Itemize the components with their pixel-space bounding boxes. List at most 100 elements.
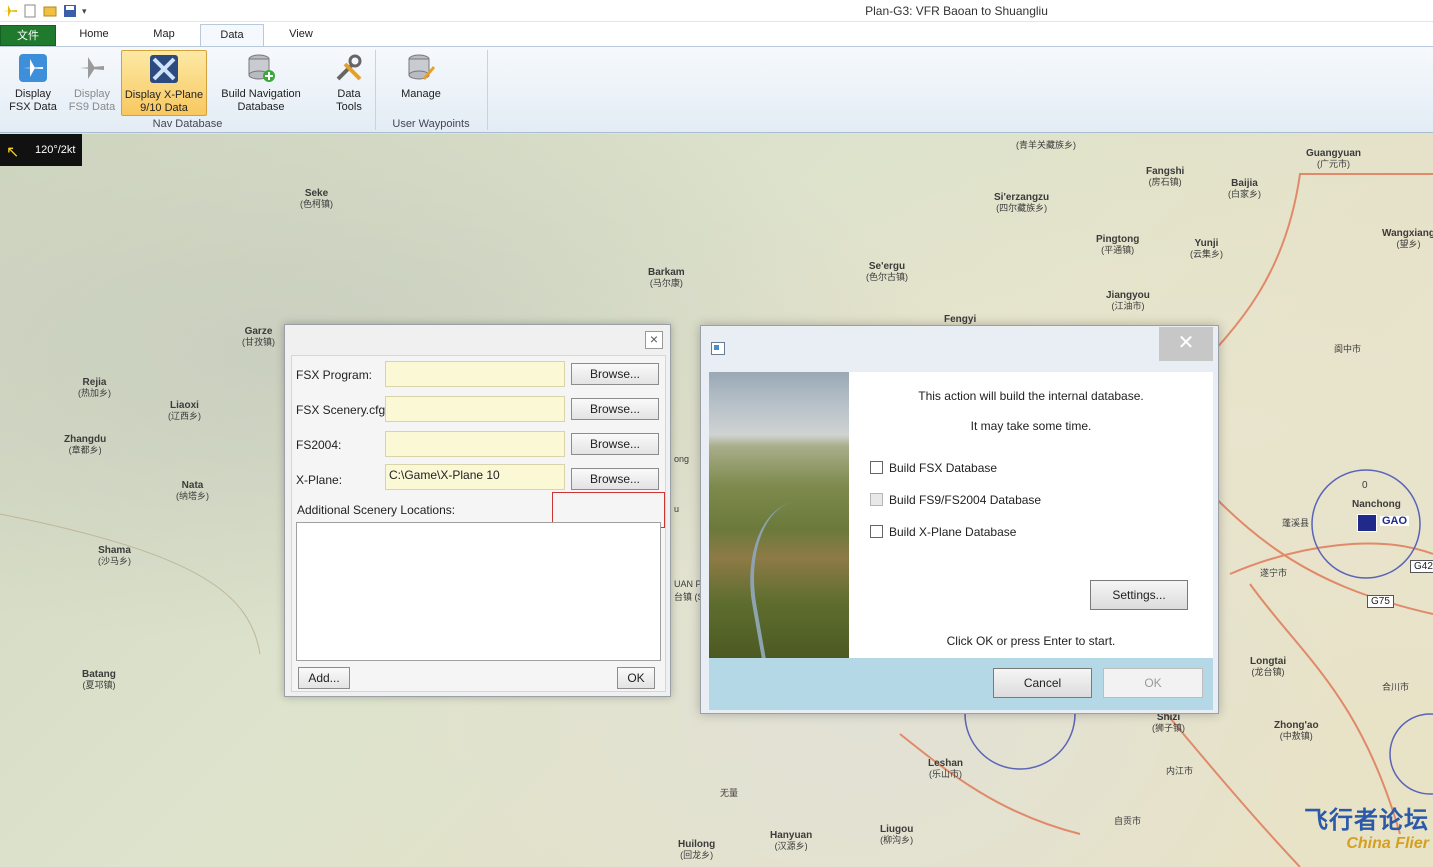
map-label: 0 bbox=[1362, 480, 1368, 491]
ribbon-tab-bar: 文件 Home Map Data View bbox=[0, 22, 1433, 46]
build-fsx-label: Build FSX Database bbox=[889, 461, 998, 475]
fs2004-field[interactable] bbox=[385, 431, 565, 457]
additional-scenery-label: Additional Scenery Locations: bbox=[297, 503, 456, 517]
fsx-plane-icon bbox=[19, 54, 47, 82]
checkbox-box[interactable] bbox=[870, 493, 883, 506]
map-label: 内江市 bbox=[1166, 766, 1194, 776]
build-navigation-database-button[interactable]: Build Navigation Database bbox=[214, 50, 308, 116]
tab-data[interactable]: Data bbox=[200, 24, 264, 46]
fs9-plane-icon bbox=[80, 57, 104, 79]
display-xplane-data-button[interactable]: Display X-Plane 9/10 Data bbox=[121, 50, 207, 116]
ok-button[interactable]: OK bbox=[1103, 668, 1203, 698]
group-separator bbox=[487, 50, 488, 130]
build-fs9-checkbox[interactable]: Build FS9/FS2004 Database bbox=[870, 493, 1041, 507]
fsx-scenery-browse-button[interactable]: Browse... bbox=[571, 398, 659, 420]
tab-home[interactable]: Home bbox=[64, 24, 124, 46]
settings-button[interactable]: Settings... bbox=[1090, 580, 1188, 610]
build-database-dialog: ✕ This action will build the internal da… bbox=[700, 325, 1219, 714]
map-label: Baijia (白家乡) bbox=[1228, 178, 1261, 200]
map-label: Si'erzangzu (四尔藏族乡) bbox=[994, 192, 1050, 214]
map-label: Nata (纳塔乡) bbox=[176, 480, 209, 502]
map-label: ong bbox=[674, 454, 690, 464]
group-label-nav-database: Nav Database bbox=[152, 118, 223, 130]
additional-scenery-list[interactable] bbox=[296, 522, 661, 661]
tab-map[interactable]: Map bbox=[134, 24, 194, 46]
display-xplane-label: Display X-Plane 9/10 Data bbox=[124, 89, 204, 114]
checkbox-box[interactable] bbox=[870, 461, 883, 474]
info-line-1: This action will build the internal data… bbox=[918, 389, 1144, 403]
map-label: Se'ergu (色尔古镇) bbox=[866, 261, 908, 283]
fsx-program-field[interactable] bbox=[385, 361, 565, 387]
map-label: Jiangyou (江油市) bbox=[1106, 290, 1150, 312]
map-label: Yunji (云集乡) bbox=[1190, 238, 1223, 260]
display-fsx-data-button[interactable]: Display FSX Data bbox=[6, 50, 60, 116]
map-label: Liaoxi (辽西乡) bbox=[168, 400, 201, 422]
wind-arrow-icon: ↖ bbox=[6, 144, 20, 161]
map-label: Wangxiang (望乡) bbox=[1382, 228, 1433, 250]
map-label: (青羊关藏族乡) bbox=[1016, 140, 1076, 150]
map-label: Liugou (柳沟乡) bbox=[880, 824, 914, 846]
fsx-scenery-field[interactable] bbox=[385, 396, 565, 422]
xplane-label: X-Plane: bbox=[296, 473, 343, 487]
road-tag-g75: G75 bbox=[1367, 595, 1394, 608]
map-label: Barkam (马尔康) bbox=[648, 267, 685, 289]
map-label: Zhong'ao (中敖镇) bbox=[1274, 720, 1319, 742]
cancel-button[interactable]: Cancel bbox=[993, 668, 1092, 698]
close-icon[interactable]: × bbox=[645, 331, 663, 349]
display-fs9-label: Display FS9 Data bbox=[68, 88, 116, 113]
info-line-2: It may take some time. bbox=[970, 419, 1092, 433]
map-label: Rejia (热加乡) bbox=[78, 377, 111, 399]
data-tools-label: Data Tools bbox=[336, 88, 362, 113]
data-tools-button[interactable]: Data Tools bbox=[326, 50, 372, 116]
fsx-scenery-label: FSX Scenery.cfg: bbox=[296, 403, 389, 417]
build-fsx-checkbox[interactable]: Build FSX Database bbox=[870, 461, 997, 475]
map-label: Nanchong bbox=[1352, 499, 1401, 510]
fs2004-label: FS2004: bbox=[296, 438, 342, 452]
map-label: u bbox=[674, 504, 680, 514]
map-label: Fengyi bbox=[944, 314, 977, 325]
wind-indicator: ↖ 120°/2kt bbox=[0, 134, 82, 166]
manage-label: Manage bbox=[401, 88, 441, 100]
paths-panel: FSX Program: Browse... FSX Scenery.cfg: … bbox=[291, 355, 666, 692]
map-label: 自贡市 bbox=[1114, 816, 1142, 826]
fs2004-browse-button[interactable]: Browse... bbox=[571, 433, 659, 455]
simulator-paths-dialog: × FSX Program: Browse... FSX Scenery.cfg… bbox=[284, 324, 671, 697]
tab-file[interactable]: 文件 bbox=[0, 25, 56, 46]
display-fsx-label: Display FSX Data bbox=[9, 88, 57, 113]
fsx-program-browse-button[interactable]: Browse... bbox=[571, 363, 659, 385]
window-icon bbox=[711, 342, 725, 355]
watermark-en: China Flier bbox=[1346, 835, 1429, 852]
xplane-path-field[interactable]: C:\Game\X-Plane 10 bbox=[385, 464, 565, 490]
tools-icon bbox=[336, 54, 362, 81]
map-label: Pingtong (平通镇) bbox=[1096, 234, 1140, 256]
airport-marker-gao[interactable] bbox=[1357, 514, 1377, 532]
window-title: Plan-G3: VFR Baoan to Shuangliu bbox=[865, 4, 1048, 18]
map-label: 遂宁市 bbox=[1260, 568, 1288, 578]
map-label: Longtai (龙台镇) bbox=[1250, 656, 1287, 678]
map-label: Hanyuan (汉源乡) bbox=[770, 830, 813, 852]
fsx-program-label: FSX Program: bbox=[296, 368, 373, 382]
dialog-footer: Cancel OK bbox=[709, 658, 1213, 710]
map-label: Batang (夏邛镇) bbox=[82, 669, 116, 691]
manage-waypoints-button[interactable]: Manage bbox=[394, 50, 448, 116]
wind-text: 120°/2kt bbox=[35, 144, 76, 156]
display-fs9-data-button[interactable]: Display FS9 Data bbox=[66, 50, 118, 116]
map-label: 阆中市 bbox=[1334, 344, 1362, 354]
ribbon-panel: Display FSX Data Display FS9 Data Displa… bbox=[0, 46, 1433, 133]
map-label: Shizi (狮子镇) bbox=[1152, 712, 1185, 734]
map-label: Guangyuan (广元市) bbox=[1306, 148, 1362, 170]
add-button[interactable]: Add... bbox=[298, 667, 350, 689]
build-options-panel: This action will build the internal data… bbox=[849, 372, 1213, 658]
tab-view[interactable]: View bbox=[272, 24, 330, 46]
checkbox-box[interactable] bbox=[870, 525, 883, 538]
airport-label-gao: GAO bbox=[1380, 515, 1410, 527]
title-bar: ▾ Plan-G3: VFR Baoan to Shuangliu bbox=[0, 0, 1433, 22]
ok-button[interactable]: OK bbox=[617, 667, 655, 689]
map-label: UAN P bbox=[674, 579, 702, 589]
xplane-browse-button[interactable]: Browse... bbox=[571, 468, 659, 490]
close-icon[interactable]: ✕ bbox=[1159, 327, 1213, 361]
map-label: Garze (甘孜镇) bbox=[242, 326, 275, 348]
build-xplane-checkbox[interactable]: Build X-Plane Database bbox=[870, 525, 1016, 539]
xplane-icon bbox=[150, 55, 178, 83]
map-label: Seke (色柯镇) bbox=[300, 188, 333, 210]
